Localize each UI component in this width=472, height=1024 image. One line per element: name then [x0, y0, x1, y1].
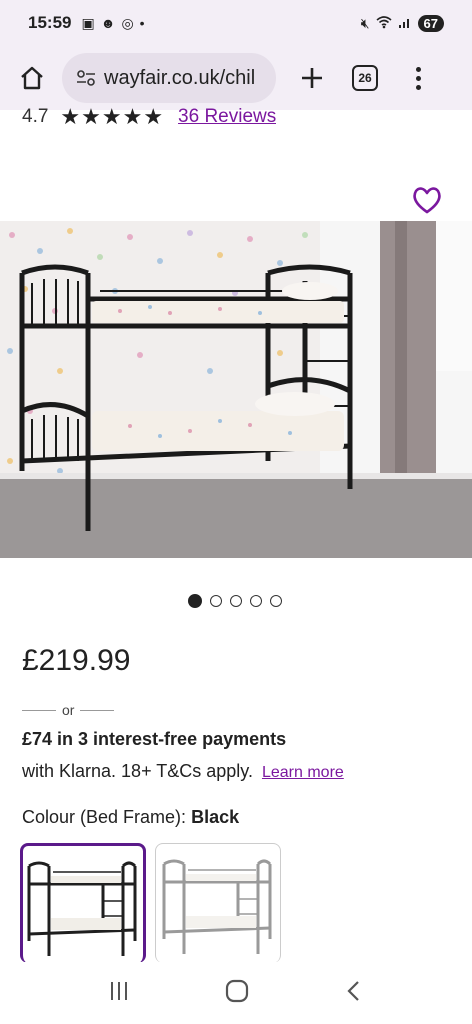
wifi-icon — [376, 15, 392, 32]
colour-swatch-silver[interactable] — [155, 843, 281, 963]
heart-icon — [413, 187, 441, 214]
carousel-dot[interactable] — [250, 595, 262, 607]
recent-apps-button[interactable] — [107, 979, 131, 1008]
carousel-dot[interactable] — [210, 595, 222, 607]
battery-indicator: 67 — [417, 14, 444, 32]
carousel-dot[interactable] — [230, 595, 242, 607]
back-button[interactable] — [343, 979, 365, 1008]
colour-swatch-black[interactable] — [20, 843, 146, 963]
menu-dot-icon — [415, 84, 421, 90]
home-icon — [21, 66, 43, 90]
klarna-terms-text: with Klarna. 18+ T&Cs apply. — [22, 761, 253, 781]
klarna-instalments: £74 in 3 interest-free payments — [22, 729, 287, 749]
divider-line — [80, 709, 115, 711]
star-rating-icon: ★★★★★ — [60, 106, 165, 128]
back-chevron-icon — [347, 980, 360, 1001]
learn-more-link[interactable]: Learn more — [262, 764, 344, 781]
url-text: wayfair.co.uk/chil — [104, 66, 256, 89]
selected-colour: Black — [191, 807, 240, 827]
tab-switcher-button[interactable]: 26 — [352, 65, 378, 91]
divider-line — [22, 709, 56, 711]
klarna-terms: with Klarna. 18+ T&Cs apply. Learn more — [22, 761, 344, 782]
rating-row: 4.7 ★★★★★ 36 Reviews — [22, 106, 276, 128]
colour-label-text: Colour (Bed Frame): — [22, 807, 187, 827]
new-tab-button[interactable] — [294, 60, 330, 96]
instagram-icon: ◎ — [121, 14, 134, 31]
dot-icon: • — [139, 15, 145, 31]
system-navigation-bar — [0, 962, 472, 1024]
or-divider: or — [22, 702, 115, 718]
home-nav-button[interactable] — [224, 978, 250, 1009]
carousel-dot[interactable] — [188, 594, 202, 608]
silver-bed-thumbnail — [162, 859, 272, 954]
screen-record-icon: ▣ — [81, 14, 95, 31]
status-left-icons: ▣ ☻ ◎ • — [81, 15, 144, 32]
reviews-link[interactable]: 36 Reviews — [178, 106, 276, 128]
menu-dot-icon — [415, 66, 421, 72]
signal-icon — [398, 15, 412, 32]
status-time: 15:59 — [28, 13, 72, 32]
rating-score: 4.7 — [22, 106, 49, 127]
plus-icon — [302, 68, 322, 88]
carousel-dot[interactable] — [270, 595, 282, 607]
more-menu-button[interactable] — [408, 66, 428, 90]
colour-option-label: Colour (Bed Frame): Black — [22, 807, 239, 828]
mute-icon: 🔇︎ — [360, 14, 370, 31]
or-text: or — [62, 702, 75, 718]
image-carousel-dots — [188, 594, 282, 608]
site-settings-icon[interactable] — [76, 69, 96, 87]
black-bed-thumbnail — [27, 861, 137, 956]
snapchat-icon: ☻ — [100, 15, 116, 31]
home-circle-icon — [225, 979, 249, 1002]
home-button[interactable] — [14, 60, 50, 96]
status-bar: 15:59 ▣ ☻ ◎ • 🔇︎ 67 — [0, 0, 472, 46]
status-right-icons: 🔇︎ 67 — [360, 14, 444, 32]
favourite-button[interactable] — [410, 184, 444, 216]
browser-toolbar: wayfair.co.uk/chil 26 — [0, 46, 472, 110]
product-image[interactable] — [0, 221, 472, 558]
address-bar[interactable]: wayfair.co.uk/chil — [62, 53, 276, 103]
bunk-bed-photo — [0, 221, 472, 558]
menu-dot-icon — [415, 75, 421, 81]
product-price: £219.99 — [22, 644, 131, 677]
recent-apps-icon — [110, 981, 127, 1000]
